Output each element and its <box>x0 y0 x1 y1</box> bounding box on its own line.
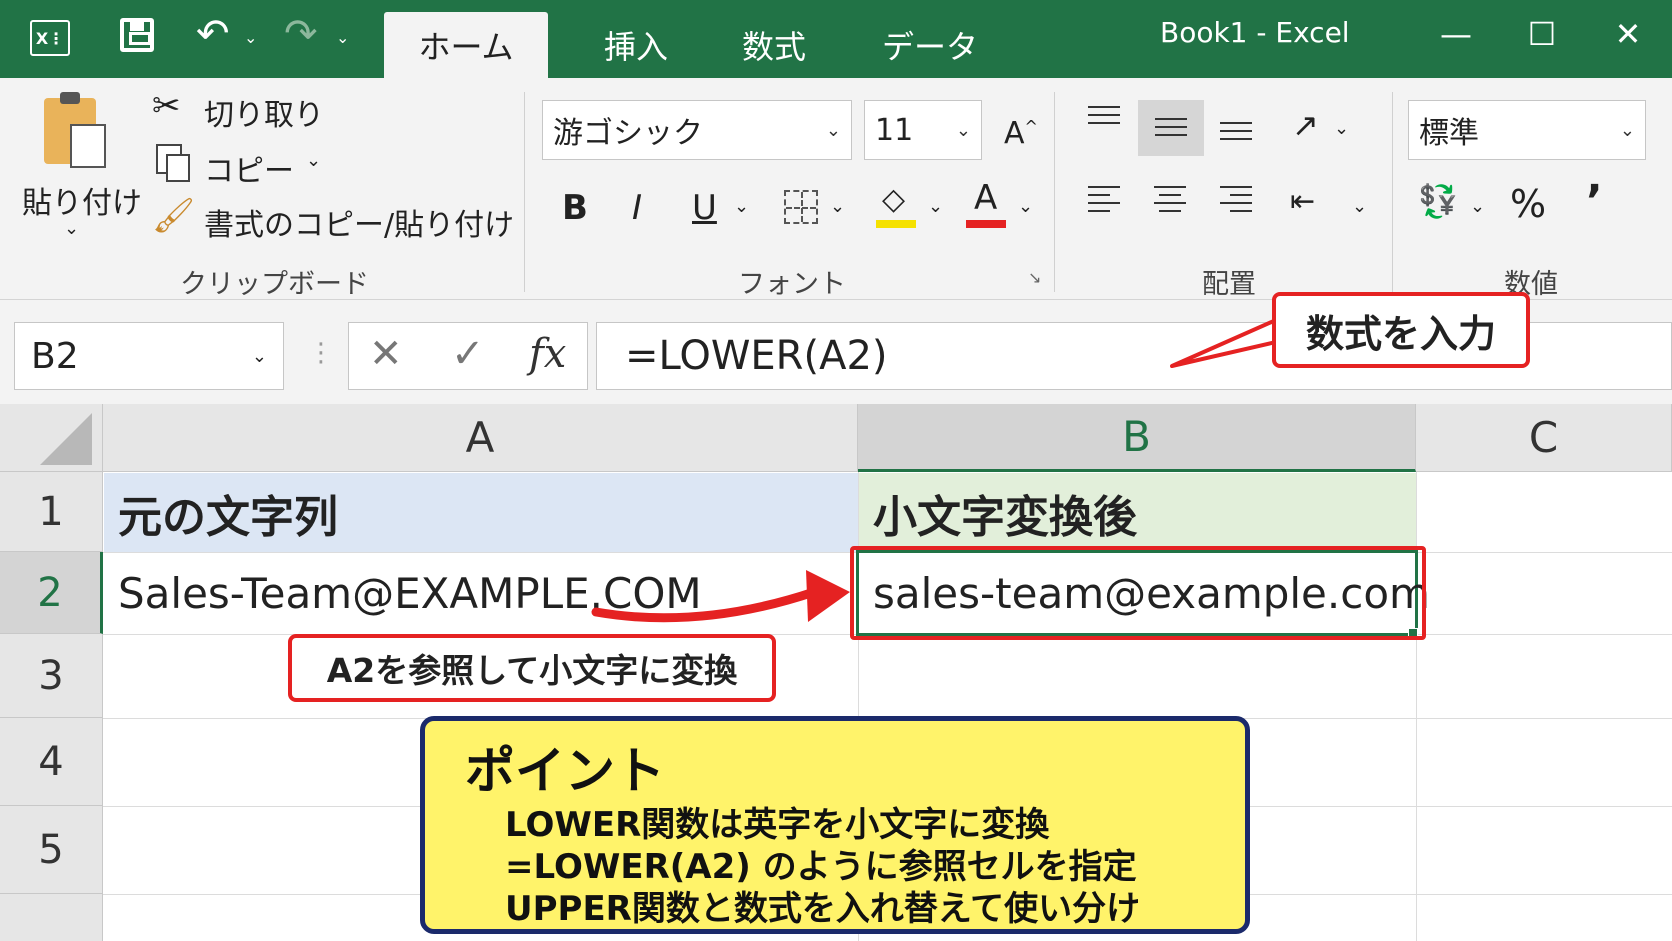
reference-callout: A2を参照して小文字に変換 <box>288 634 776 702</box>
formula-input-callout: 数式を入力 <box>1272 292 1530 368</box>
point-title: ポイント <box>465 742 665 800</box>
arrow-shaft <box>591 587 819 623</box>
point-box: ポイント LOWER関数は英字を小文字に変換 =LOWER(A2) のように参照… <box>420 716 1250 934</box>
arrow-head-icon <box>806 570 850 622</box>
point-line-3: UPPER関数と数式を入れ替えて使い分け <box>505 889 1141 929</box>
callout-pointer <box>1170 318 1278 368</box>
highlight-frame <box>850 546 1426 640</box>
